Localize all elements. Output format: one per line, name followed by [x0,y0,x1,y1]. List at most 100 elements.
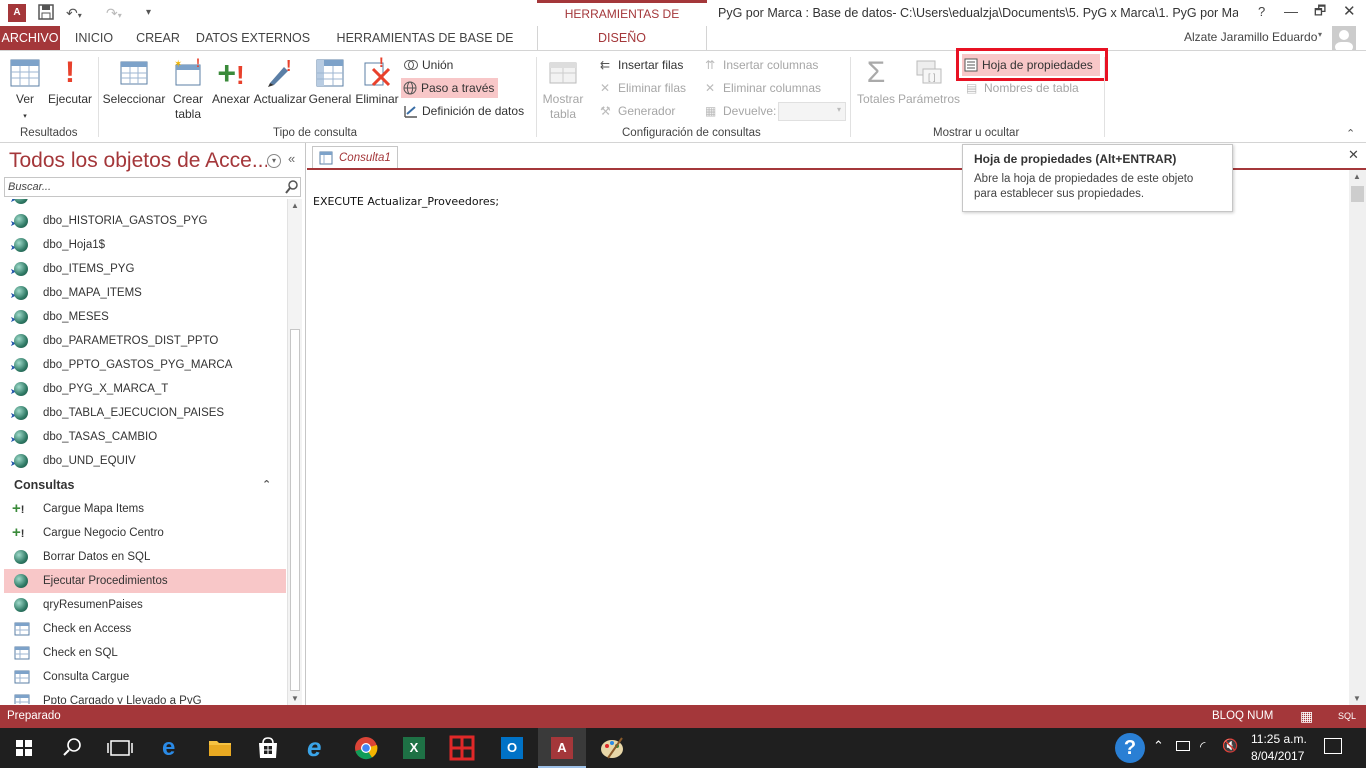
paso-a-traves-button[interactable]: Paso a través [401,78,498,98]
scroll-up-icon[interactable]: ▲ [291,201,299,210]
windows-start-icon[interactable] [0,728,48,768]
eliminar-filas-button[interactable]: ✕ Eliminar filas [598,78,686,98]
list-item-query[interactable]: Ejecutar Procedimientos [4,569,286,593]
list-item-query[interactable]: Ppto Cargado y Llevado a PyG [4,689,286,704]
app-red-grid-icon[interactable] [438,728,486,768]
list-item-table[interactable]: ➤ dbo_TASAS_CAMBIO [4,425,286,449]
tab-diseno[interactable]: DISEÑO [537,26,707,50]
chrome-icon[interactable] [342,728,390,768]
search-icon[interactable] [284,179,300,195]
list-item-table[interactable]: ➤ dbo_ITEMS_PYG [4,257,286,281]
collapse-ribbon-icon[interactable]: ⌃ [1346,127,1355,140]
internet-explorer-icon[interactable]: e [294,728,342,768]
list-item-table[interactable]: ➤ dbo_PPTO_GASTOS_PYG_MARCA [4,353,286,377]
user-menu-icon[interactable]: ▾ [1318,30,1322,39]
file-explorer-icon[interactable] [196,728,244,768]
general-button[interactable]: General [308,57,352,107]
tab-datos-externos[interactable]: DATOS EXTERNOS [194,26,312,50]
search-icon[interactable] [48,728,96,768]
list-item-query[interactable]: Check en SQL [4,641,286,665]
scroll-thumb[interactable] [290,329,300,691]
totales-button[interactable]: Σ Totales [854,57,898,107]
sql-view-indicator[interactable]: SQL [1338,705,1356,728]
insertar-filas-button[interactable]: ⇇ Insertar filas [598,55,683,75]
list-item-table[interactable]: ➤ dbo_PARAMETROS_DIST_PPTO [4,329,286,353]
list-item-table[interactable]: ➤ dbo_PYG_X_MARCA_T [4,377,286,401]
list-item-table[interactable]: ➤ dbo_MESES [4,305,286,329]
mostrar-tabla-button[interactable]: Mostrar tabla [540,57,586,122]
editor-scrollbar[interactable]: ▲ ▼ [1349,170,1366,705]
paint-icon[interactable] [588,728,636,768]
undo-icon[interactable]: ↶▾ [66,4,82,22]
help-button[interactable]: ? [1258,4,1265,19]
search-input[interactable]: Buscar... [4,177,301,197]
eliminar-button[interactable]: ! Eliminar [354,57,400,107]
list-item-table[interactable]: ➤ dbo_HISTORIA_GASTOS_PYG [4,209,286,233]
list-item-table[interactable]: ➤ dbo_UND_EQUIV [4,449,286,473]
actualizar-button[interactable]: ! Actualizar [252,57,308,107]
section-header-consultas[interactable]: Consultas ⌃ [4,473,286,497]
tab-archivo[interactable]: ARCHIVO [0,26,60,50]
minimize-button[interactable]: — [1284,3,1298,19]
hoja-propiedades-button[interactable]: Hoja de propiedades [962,54,1100,76]
help-tray-icon[interactable]: ? [1115,733,1145,763]
scroll-down-icon[interactable]: ▼ [291,694,299,703]
list-item-query[interactable]: qryResumenPaises [4,593,286,617]
tab-crear[interactable]: CREAR [130,26,186,50]
nav-pane-title[interactable]: Todos los objetos de Acce... [9,149,267,173]
scroll-up-icon[interactable]: ▲ [1353,172,1361,181]
union-button[interactable]: Unión [402,55,453,75]
battery-icon[interactable] [1176,741,1190,751]
access-taskbar-icon[interactable]: A [538,728,586,768]
list-item-query[interactable]: +! Cargue Mapa Items [4,497,286,521]
save-icon[interactable] [38,4,54,22]
close-button[interactable]: ✕ [1343,2,1356,20]
sql-text[interactable]: EXECUTE Actualizar_Proveedores; [313,195,499,208]
outlook-icon[interactable]: O [488,728,536,768]
tab-inicio[interactable]: INICIO [66,26,122,50]
network-icon[interactable]: ◜ [1200,738,1205,755]
definicion-datos-button[interactable]: Definición de datos [402,101,524,121]
task-view-icon[interactable] [96,728,144,768]
restore-button[interactable]: 🗗 [1314,2,1326,24]
clock-time[interactable]: 11:25 a.m. [1251,732,1307,746]
list-item-query[interactable]: Check en Access [4,617,286,641]
ejecutar-button[interactable]: ! Ejecutar [46,57,94,107]
eliminar-columnas-button[interactable]: ✕ Eliminar columnas [703,78,821,98]
scroll-thumb[interactable] [1351,186,1364,202]
list-item-table[interactable]: ➤ dbo_TABLA_EJECUCION_PAISES [4,401,286,425]
tab-herramientas-bd[interactable]: HERRAMIENTAS DE BASE DE DATOS [322,26,528,69]
list-item-query[interactable]: Consulta Cargue [4,665,286,689]
document-tab-consulta1[interactable]: Consulta1 [312,146,398,168]
redo-icon[interactable]: ↷▾ [106,4,122,22]
close-document-icon[interactable]: ✕ [1348,147,1359,163]
parametros-button[interactable]: [ ] Parámetros [898,57,960,107]
collapse-section-icon[interactable]: ⌃ [262,473,271,497]
avatar[interactable] [1332,26,1356,50]
nav-menu-chevron-icon[interactable]: ▾ [267,154,281,168]
list-item-table[interactable]: ➤ dbo_MAPA_ITEMS [4,281,286,305]
seleccionar-button[interactable]: Seleccionar [102,57,166,107]
notifications-icon[interactable] [1324,738,1342,754]
devuelve-select[interactable]: ▾ [778,102,846,121]
clock-date[interactable]: 8/04/2017 [1251,749,1304,763]
list-item-query[interactable]: +! Cargue Negocio Centro [4,521,286,545]
list-item-table[interactable]: ➤ dbo_Hoja1$ [4,233,286,257]
insertar-columnas-button[interactable]: ⇈ Insertar columnas [703,55,818,75]
anexar-button[interactable]: +! Anexar [210,57,252,107]
nombres-tabla-button[interactable]: ▤ Nombres de tabla [964,78,1079,98]
generador-button[interactable]: ⚒ Generador [598,101,675,121]
nav-scrollbar[interactable]: ▲ ▼ [287,199,302,705]
access-logo-icon[interactable]: A [8,4,26,22]
datasheet-view-icon[interactable]: ▦ [1300,705,1313,728]
crear-tabla-button[interactable]: ! ✶ Crear tabla [168,57,208,122]
edge-icon[interactable]: e [148,728,196,768]
scroll-down-icon[interactable]: ▼ [1353,694,1361,703]
tray-chevron-up-icon[interactable]: ⌃ [1153,738,1164,754]
customize-quick-access-icon[interactable]: ▾ [146,4,151,22]
volume-mute-icon[interactable]: 🔇 [1222,738,1238,754]
store-icon[interactable] [244,728,292,768]
user-name[interactable]: Alzate Jaramillo Eduardo [1184,30,1317,44]
excel-icon[interactable]: X [390,728,438,768]
list-item-query[interactable]: Borrar Datos en SQL [4,545,286,569]
